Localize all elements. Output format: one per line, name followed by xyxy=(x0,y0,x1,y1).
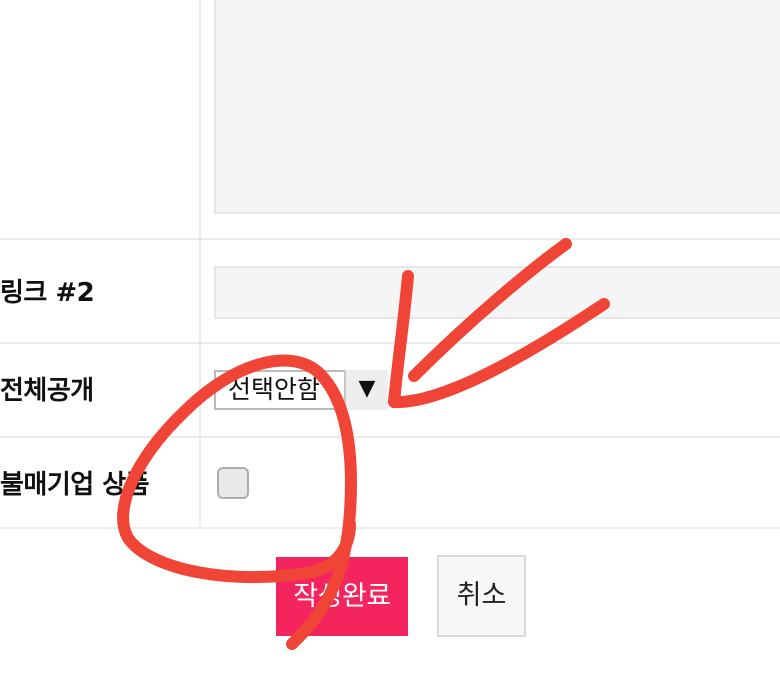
triangle-down-icon[interactable]: ▼ xyxy=(344,370,388,410)
row-divider xyxy=(0,238,780,240)
boycott-product-label: 불매기업 상품 xyxy=(0,470,150,500)
row-divider xyxy=(0,436,780,438)
visibility-select-value: 선택안함 xyxy=(228,375,321,404)
link-2-label: 링크 #2 xyxy=(0,278,95,308)
label-column-divider xyxy=(199,0,201,528)
submit-button[interactable]: 작성완료 xyxy=(276,557,408,636)
post-form: 링크 #2 전체공개 선택안함 ▼ 불매기업 상품 작성완료 취소 xyxy=(0,0,780,677)
cancel-button[interactable]: 취소 xyxy=(437,555,526,637)
boycott-product-checkbox[interactable] xyxy=(217,467,249,499)
row-divider xyxy=(0,342,780,344)
row-divider xyxy=(0,527,780,529)
content-textarea[interactable] xyxy=(214,0,780,214)
visibility-label: 전체공개 xyxy=(0,376,94,406)
link-2-input[interactable] xyxy=(214,266,780,319)
